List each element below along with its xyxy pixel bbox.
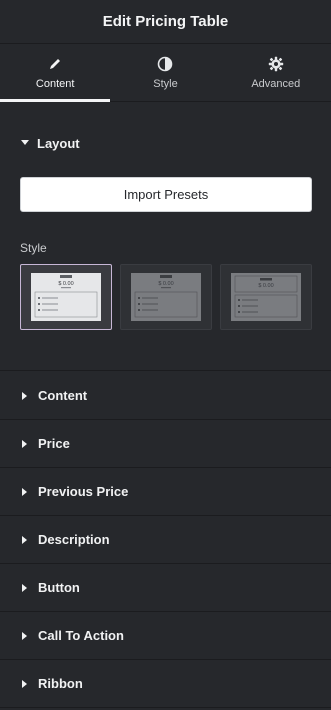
style-preset-2[interactable]: $ 0.00	[120, 264, 212, 330]
caret-right-icon	[21, 631, 29, 640]
section-previous-price[interactable]: Previous Price	[0, 468, 331, 516]
preset-thumbnail-3: $ 0.00	[231, 273, 301, 321]
preset-thumbnail-2: $ 0.00	[131, 273, 201, 321]
tab-content[interactable]: Content	[0, 45, 111, 102]
section-description-label: Description	[38, 532, 110, 547]
caret-right-icon	[21, 679, 29, 688]
section-content[interactable]: Content	[0, 372, 331, 420]
section-ribbon[interactable]: Ribbon	[0, 660, 331, 708]
section-button-label: Button	[38, 580, 80, 595]
panel-header: Edit Pricing Table	[0, 0, 331, 44]
preset-price-2: $ 0.00	[158, 281, 173, 287]
style-preset-3[interactable]: $ 0.00	[220, 264, 312, 330]
tab-content-label: Content	[35, 78, 75, 90]
layout-section-header[interactable]: Layout	[0, 103, 331, 183]
caret-right-icon	[21, 583, 29, 592]
caret-down-icon	[21, 139, 29, 147]
section-content-label: Content	[38, 388, 88, 403]
caret-right-icon	[21, 439, 29, 448]
section-previous-price-label: Previous Price	[38, 484, 129, 499]
section-description[interactable]: Description	[0, 516, 331, 564]
section-ribbon-label: Ribbon	[38, 676, 83, 691]
section-call-to-action-label: Call To Action	[38, 628, 124, 643]
section-price-label: Price	[38, 436, 70, 451]
style-label: Style	[20, 241, 47, 255]
style-presets: $ 0.00 $ 0.00 $ 0.00	[20, 264, 312, 332]
preset-price-1: $ 0.00	[58, 281, 73, 287]
panel-tabs: Content Style Advanced	[0, 45, 331, 102]
layout-section: Layout Import Presets Style $ 0.00 $ 0.0…	[0, 103, 331, 371]
preset-price-3: $ 0.00	[258, 283, 273, 289]
layout-section-title: Layout	[37, 135, 80, 151]
section-price[interactable]: Price	[0, 420, 331, 468]
tab-advanced-label: Advanced	[251, 78, 301, 90]
caret-right-icon	[21, 391, 29, 400]
caret-right-icon	[21, 535, 29, 544]
import-presets-button[interactable]: Import Presets	[20, 177, 312, 212]
gear-icon	[268, 56, 284, 72]
section-button[interactable]: Button	[0, 564, 331, 612]
pencil-icon	[47, 56, 63, 72]
preset-thumbnail-1: $ 0.00	[31, 273, 101, 321]
tab-style[interactable]: Style	[110, 45, 220, 101]
tab-advanced[interactable]: Advanced	[221, 45, 331, 101]
style-preset-1[interactable]: $ 0.00	[20, 264, 112, 330]
tab-style-label: Style	[153, 78, 178, 90]
caret-right-icon	[21, 487, 29, 496]
section-call-to-action[interactable]: Call To Action	[0, 612, 331, 660]
panel-title: Edit Pricing Table	[102, 13, 229, 30]
contrast-icon	[157, 56, 173, 72]
